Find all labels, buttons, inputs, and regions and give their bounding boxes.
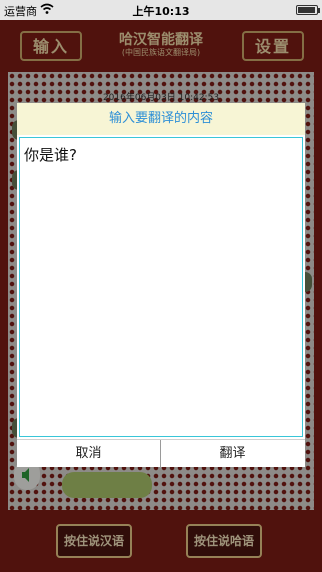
- dialog-buttons: 取消 翻译: [17, 439, 305, 468]
- input-dialog: 输入要翻译的内容 你是谁? 取消 翻译: [17, 103, 305, 468]
- cancel-button[interactable]: 取消: [17, 440, 161, 468]
- translation-input[interactable]: 你是谁?: [19, 137, 303, 437]
- clock: 上午10:13: [132, 5, 190, 18]
- footer-bar: 按住说汉语 按住说哈语: [0, 510, 322, 572]
- dialog-title: 输入要翻译的内容: [17, 103, 305, 135]
- status-bar: 运营商 上午10:13: [0, 0, 322, 20]
- translate-button[interactable]: 翻译: [161, 440, 304, 468]
- footer-dim: [0, 510, 322, 572]
- battery-icon: [296, 5, 320, 15]
